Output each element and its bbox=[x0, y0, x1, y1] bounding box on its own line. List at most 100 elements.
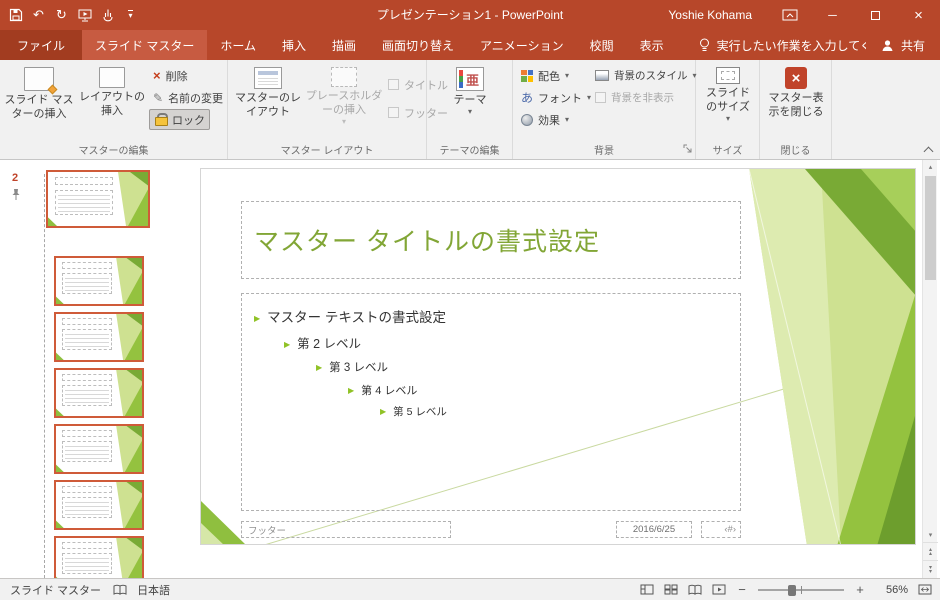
vertical-scrollbar[interactable]: ▴ ▾ ▴ ▴ ▾ ▾ bbox=[922, 160, 938, 578]
body-placeholder[interactable]: ▶ マスター テキストの書式設定 ▶ 第 2 レベル ▶ 第 3 レベル ▶ 第 4 レ… bbox=[241, 293, 741, 511]
normal-view-button[interactable] bbox=[640, 584, 654, 595]
layout-thumbnail[interactable] bbox=[54, 480, 144, 530]
customize-qat-button[interactable]: ▾ bbox=[119, 0, 142, 30]
tab-file[interactable]: ファイル bbox=[0, 30, 83, 60]
date-placeholder[interactable]: 2016/6/25 bbox=[616, 521, 692, 538]
start-slideshow-button[interactable] bbox=[73, 0, 96, 30]
scrollbar-thumb[interactable] bbox=[925, 176, 936, 280]
thumbnail-title-placeholder bbox=[62, 262, 112, 270]
share-button[interactable]: 共有 bbox=[865, 30, 940, 60]
master-layout-label: マスターのレイアウト bbox=[235, 92, 301, 118]
redo-button[interactable]: ↻ bbox=[50, 0, 73, 30]
scroll-up-button[interactable]: ▴ bbox=[923, 160, 938, 174]
slide-number-placeholder[interactable]: ‹#› bbox=[701, 521, 741, 538]
reading-view-icon bbox=[688, 584, 702, 595]
background-styles-button[interactable]: 背景のスタイル ▾ bbox=[591, 65, 701, 86]
fonts-icon: あ bbox=[521, 90, 534, 105]
statusbar: スライド マスター 日本語 − + 56% bbox=[0, 578, 940, 600]
zoom-slider-thumb[interactable] bbox=[788, 584, 796, 596]
next-slide-button[interactable]: ▾ ▾ bbox=[923, 560, 938, 578]
fit-slide-to-window-button[interactable] bbox=[918, 584, 932, 595]
titlebar-right: Yoshie Kohama ─ × bbox=[668, 0, 940, 30]
tab-home[interactable]: ホーム bbox=[207, 30, 269, 60]
layout-thumbnail[interactable] bbox=[54, 256, 144, 306]
slide-number-text: ‹#› bbox=[724, 524, 736, 535]
rename-button[interactable]: ✎ 名前の変更 bbox=[149, 87, 227, 108]
date-text: 2016/6/25 bbox=[632, 524, 676, 535]
ribbon-display-options-button[interactable] bbox=[768, 0, 811, 30]
slide-sorter-icon bbox=[664, 584, 678, 595]
checkbox-icon bbox=[388, 107, 399, 118]
tab-animations[interactable]: アニメーション bbox=[467, 30, 577, 60]
lock-button[interactable]: ロック bbox=[149, 109, 210, 130]
bullet-icon: ▶ bbox=[380, 407, 387, 416]
layout-thumbnail[interactable] bbox=[54, 368, 144, 418]
themes-button[interactable]: 亜 テーマ ▾ bbox=[438, 63, 502, 139]
slideshow-view-button[interactable] bbox=[712, 584, 726, 595]
reading-view-button[interactable] bbox=[688, 584, 702, 595]
spellcheck-button[interactable] bbox=[113, 584, 127, 596]
zoom-slider[interactable] bbox=[758, 583, 844, 597]
undo-icon: ↶ bbox=[33, 7, 44, 22]
layout-thumbnail[interactable] bbox=[54, 312, 144, 362]
layout-thumbnail[interactable] bbox=[54, 424, 144, 474]
account-name[interactable]: Yoshie Kohama bbox=[668, 8, 752, 22]
collapse-ribbon-button[interactable] bbox=[924, 145, 932, 153]
insert-layout-label: レイアウトの挿入 bbox=[79, 91, 145, 117]
maximize-icon bbox=[871, 10, 880, 20]
delete-button[interactable]: × 削除 bbox=[149, 65, 192, 86]
slide-sorter-view-button[interactable] bbox=[664, 584, 678, 595]
slide-master-thumbnail[interactable] bbox=[46, 170, 150, 228]
group-label-edit-master: マスターの編集 bbox=[78, 146, 149, 157]
bullet-icon: ▶ bbox=[254, 314, 261, 323]
lock-label: ロック bbox=[172, 114, 205, 127]
thumbnail-title-placeholder bbox=[62, 374, 112, 382]
zoom-percentage[interactable]: 56% bbox=[876, 584, 908, 596]
thumbnail-title-placeholder bbox=[55, 176, 113, 186]
previous-slide-button[interactable]: ▴ ▴ bbox=[923, 542, 938, 560]
double-down-icon: ▾ bbox=[928, 568, 932, 575]
slide-size-button[interactable]: スライドのサイズ ▾ bbox=[701, 63, 755, 139]
tab-view[interactable]: 表示 bbox=[627, 30, 677, 60]
checkbox-icon bbox=[388, 79, 399, 90]
tab-transitions[interactable]: 画面切り替え bbox=[369, 30, 467, 60]
layout-thumbnail[interactable] bbox=[54, 536, 144, 578]
statusbar-view-name: スライド マスター bbox=[10, 584, 102, 597]
zoom-out-button[interactable]: − bbox=[736, 582, 748, 597]
tab-insert[interactable]: 挿入 bbox=[269, 30, 319, 60]
statusbar-right: − + 56% bbox=[640, 582, 940, 597]
statusbar-language[interactable]: 日本語 bbox=[137, 582, 170, 598]
group-close: × マスター表示を閉じる 閉じる bbox=[760, 60, 832, 159]
close-master-view-button[interactable]: × マスター表示を閉じる bbox=[764, 63, 828, 139]
footer-placeholder[interactable]: フッター bbox=[241, 521, 451, 538]
insert-placeholder-button[interactable]: プレースホルダーの挿入 ▾ bbox=[305, 63, 383, 139]
slide-master-editing-surface[interactable]: マスター タイトルの書式設定 ▶ マスター テキストの書式設定 ▶ 第 2 レベル … bbox=[200, 168, 916, 545]
group-label-master-layout: マスター レイアウト bbox=[280, 146, 374, 157]
title-placeholder[interactable]: マスター タイトルの書式設定 bbox=[241, 201, 741, 279]
touch-mode-button[interactable] bbox=[96, 0, 119, 30]
maximize-button[interactable] bbox=[854, 0, 897, 30]
scroll-down-button[interactable]: ▾ bbox=[923, 528, 938, 542]
minimize-button[interactable]: ─ bbox=[811, 0, 854, 30]
hide-background-checkbox[interactable]: 背景を非表示 bbox=[591, 87, 678, 108]
delete-icon: × bbox=[153, 68, 161, 83]
colors-button[interactable]: 配色 ▾ bbox=[517, 65, 573, 86]
tab-review[interactable]: 校閲 bbox=[577, 30, 627, 60]
tab-draw[interactable]: 描画 bbox=[319, 30, 369, 60]
bullet-icon: ▶ bbox=[284, 340, 291, 349]
tab-slide-master[interactable]: スライド マスター bbox=[82, 30, 208, 60]
master-layout-button[interactable]: マスターのレイアウト bbox=[233, 63, 303, 139]
insert-slide-master-icon bbox=[24, 67, 58, 95]
zoom-in-button[interactable]: + bbox=[854, 582, 866, 597]
insert-slide-master-button[interactable]: スライド マスターの挿入 bbox=[3, 63, 75, 139]
effects-button[interactable]: 効果 ▾ bbox=[517, 109, 573, 130]
slideshow-icon bbox=[78, 9, 91, 21]
thumbnail-title-placeholder bbox=[62, 318, 112, 326]
save-button[interactable] bbox=[4, 0, 27, 30]
fonts-button[interactable]: あ フォント ▾ bbox=[517, 87, 595, 108]
spellcheck-icon bbox=[113, 584, 127, 595]
close-button[interactable]: × bbox=[897, 0, 940, 30]
insert-layout-button[interactable]: レイアウトの挿入 bbox=[77, 63, 147, 139]
body-level-5-text: 第 5 レベル bbox=[393, 406, 447, 418]
undo-button[interactable]: ↶ bbox=[27, 0, 50, 30]
